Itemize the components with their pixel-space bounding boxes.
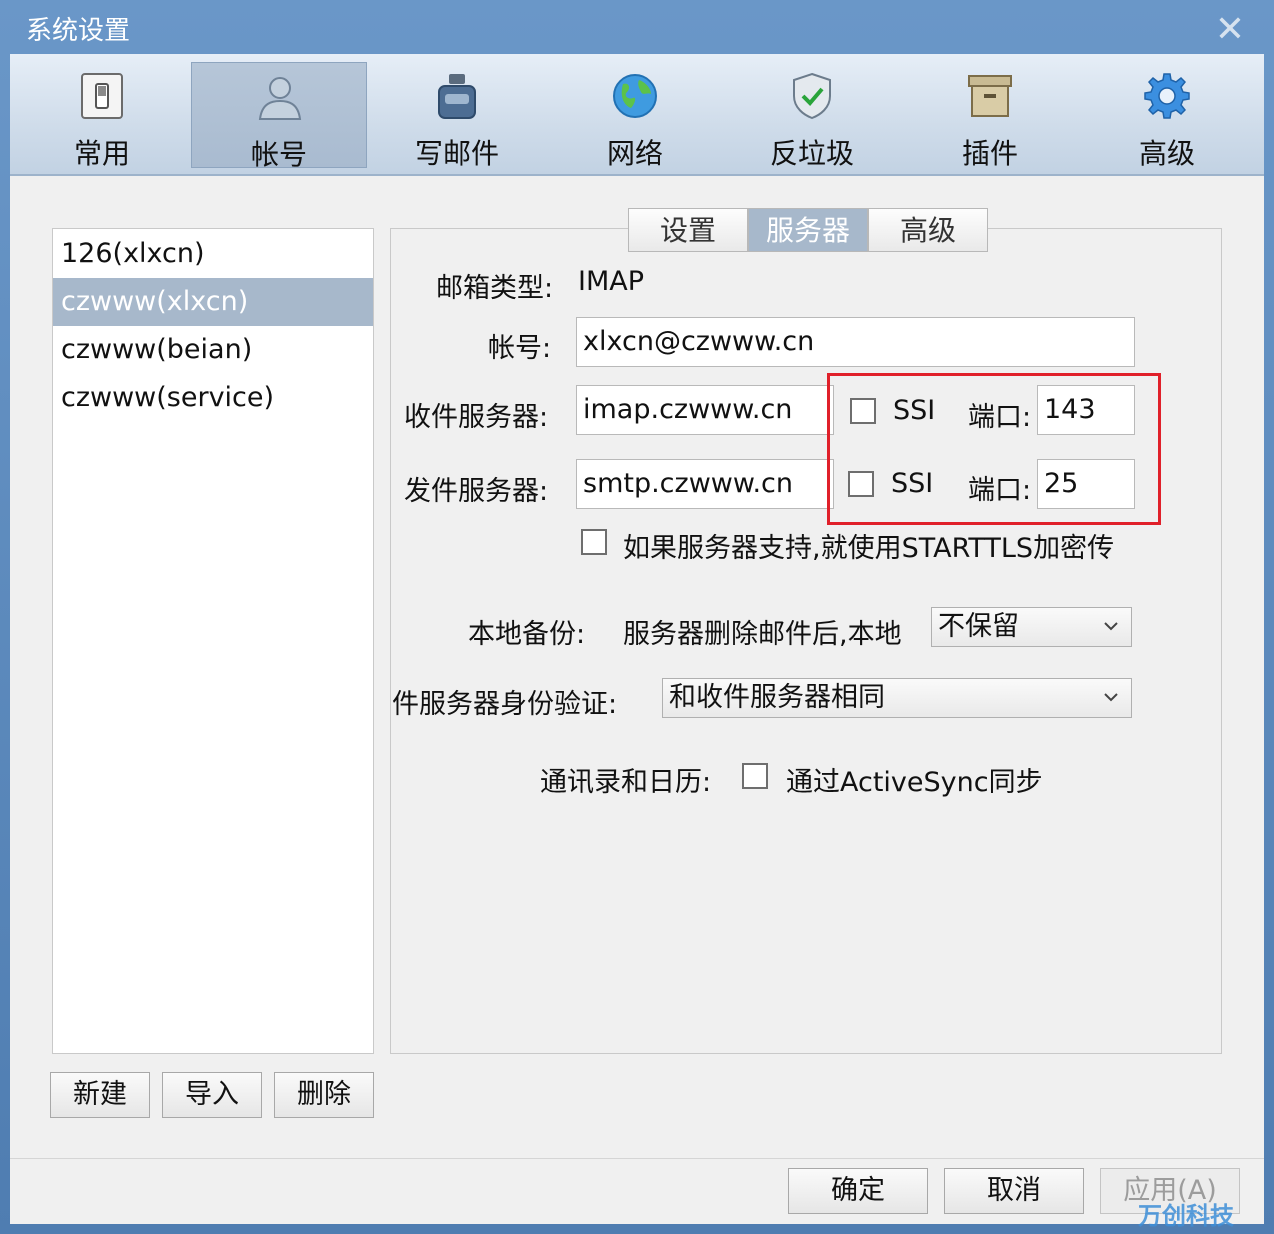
incoming-server-label: 收件服务器: xyxy=(404,402,549,433)
toolbar-label: 插件 xyxy=(961,137,1018,170)
ok-button[interactable]: 确定 xyxy=(788,1168,928,1214)
toolbar-item-general[interactable]: 常用 xyxy=(14,62,190,170)
mailbox-type-value: IMAP xyxy=(578,266,645,297)
smtp-auth-select-value: 和收件服务器相同 xyxy=(669,682,885,713)
category-toolbar: 常用 帐号 写邮件 网络 反垃圾 插件 高级 xyxy=(10,54,1264,176)
toolbar-item-network[interactable]: 网络 xyxy=(547,62,723,170)
account-label: 帐号: xyxy=(488,333,552,364)
list-item[interactable]: czwww(service) xyxy=(53,374,373,422)
settings-window: 系统设置 ✕ 常用 帐号 写邮件 网络 反垃圾 插件 高级 126(xlxcn)… xyxy=(0,0,1274,1234)
toolbar-label: 常用 xyxy=(73,137,130,170)
outgoing-server-label: 发件服务器: xyxy=(404,476,549,507)
starttls-label: 如果服务器支持,就使用STARTTLS加密传 xyxy=(623,533,1115,564)
tab-server[interactable]: 服务器 xyxy=(748,208,868,252)
local-backup-text: 服务器删除邮件后,本地 xyxy=(623,619,902,650)
user-icon xyxy=(258,77,302,120)
import-account-button[interactable]: 导入 xyxy=(162,1072,262,1118)
toolbar-label: 网络 xyxy=(606,137,663,170)
smtp-auth-label: 件服务器身份验证: xyxy=(392,689,618,720)
tab-settings[interactable]: 设置 xyxy=(628,208,748,252)
close-button[interactable]: ✕ xyxy=(1208,10,1252,50)
toolbar-item-compose[interactable]: 写邮件 xyxy=(369,62,545,170)
chevron-down-icon xyxy=(1104,693,1118,702)
local-backup-select-value: 不保留 xyxy=(938,611,1019,642)
window-title: 系统设置 xyxy=(26,16,131,46)
chevron-down-icon xyxy=(1104,622,1118,631)
archive-box-icon xyxy=(968,75,1012,117)
incoming-server-field[interactable]: imap.czwww.cn xyxy=(576,385,834,435)
cancel-button[interactable]: 取消 xyxy=(944,1168,1084,1214)
account-field[interactable]: xlxcn@czwww.cn xyxy=(576,317,1135,367)
globe-icon xyxy=(613,74,657,118)
gear-icon xyxy=(1144,73,1190,119)
toolbar-item-plugins[interactable]: 插件 xyxy=(902,62,1078,170)
toolbar-label: 帐号 xyxy=(250,138,307,171)
toolbar-item-advanced[interactable]: 高级 xyxy=(1079,62,1255,170)
toolbar-label: 反垃圾 xyxy=(769,137,854,170)
mailbox-type-label: 邮箱类型: xyxy=(436,273,554,304)
watermark-logo: 万创科技 xyxy=(1138,1202,1234,1230)
activesync-label: 通过ActiveSync同步 xyxy=(786,767,1043,798)
starttls-checkbox[interactable] xyxy=(581,529,607,555)
toolbar-label: 高级 xyxy=(1138,137,1195,170)
new-account-button[interactable]: 新建 xyxy=(50,1072,150,1118)
list-item[interactable]: czwww(xlxcn) xyxy=(53,278,373,326)
ink-bottle-icon xyxy=(438,74,476,119)
local-backup-label: 本地备份: xyxy=(468,619,586,650)
local-backup-select[interactable]: 不保留 xyxy=(931,607,1132,647)
toolbar-item-antispam[interactable]: 反垃圾 xyxy=(724,62,900,170)
account-list: 126(xlxcn) czwww(xlxcn) czwww(beian) czw… xyxy=(52,228,374,1054)
smtp-auth-select[interactable]: 和收件服务器相同 xyxy=(662,678,1132,718)
delete-account-button[interactable]: 删除 xyxy=(274,1072,374,1118)
contacts-calendar-label: 通讯录和日历: xyxy=(540,767,712,798)
switch-icon xyxy=(81,73,123,119)
activesync-checkbox[interactable] xyxy=(742,763,768,789)
shield-icon xyxy=(793,72,831,120)
toolbar-item-account[interactable]: 帐号 xyxy=(191,62,367,171)
tab-advanced[interactable]: 高级 xyxy=(868,208,988,252)
outgoing-server-field[interactable]: smtp.czwww.cn xyxy=(576,459,834,509)
toolbar-label: 写邮件 xyxy=(414,137,499,170)
list-item[interactable]: 126(xlxcn) xyxy=(53,230,373,278)
list-item[interactable]: czwww(beian) xyxy=(53,326,373,374)
highlight-box xyxy=(827,373,1161,525)
